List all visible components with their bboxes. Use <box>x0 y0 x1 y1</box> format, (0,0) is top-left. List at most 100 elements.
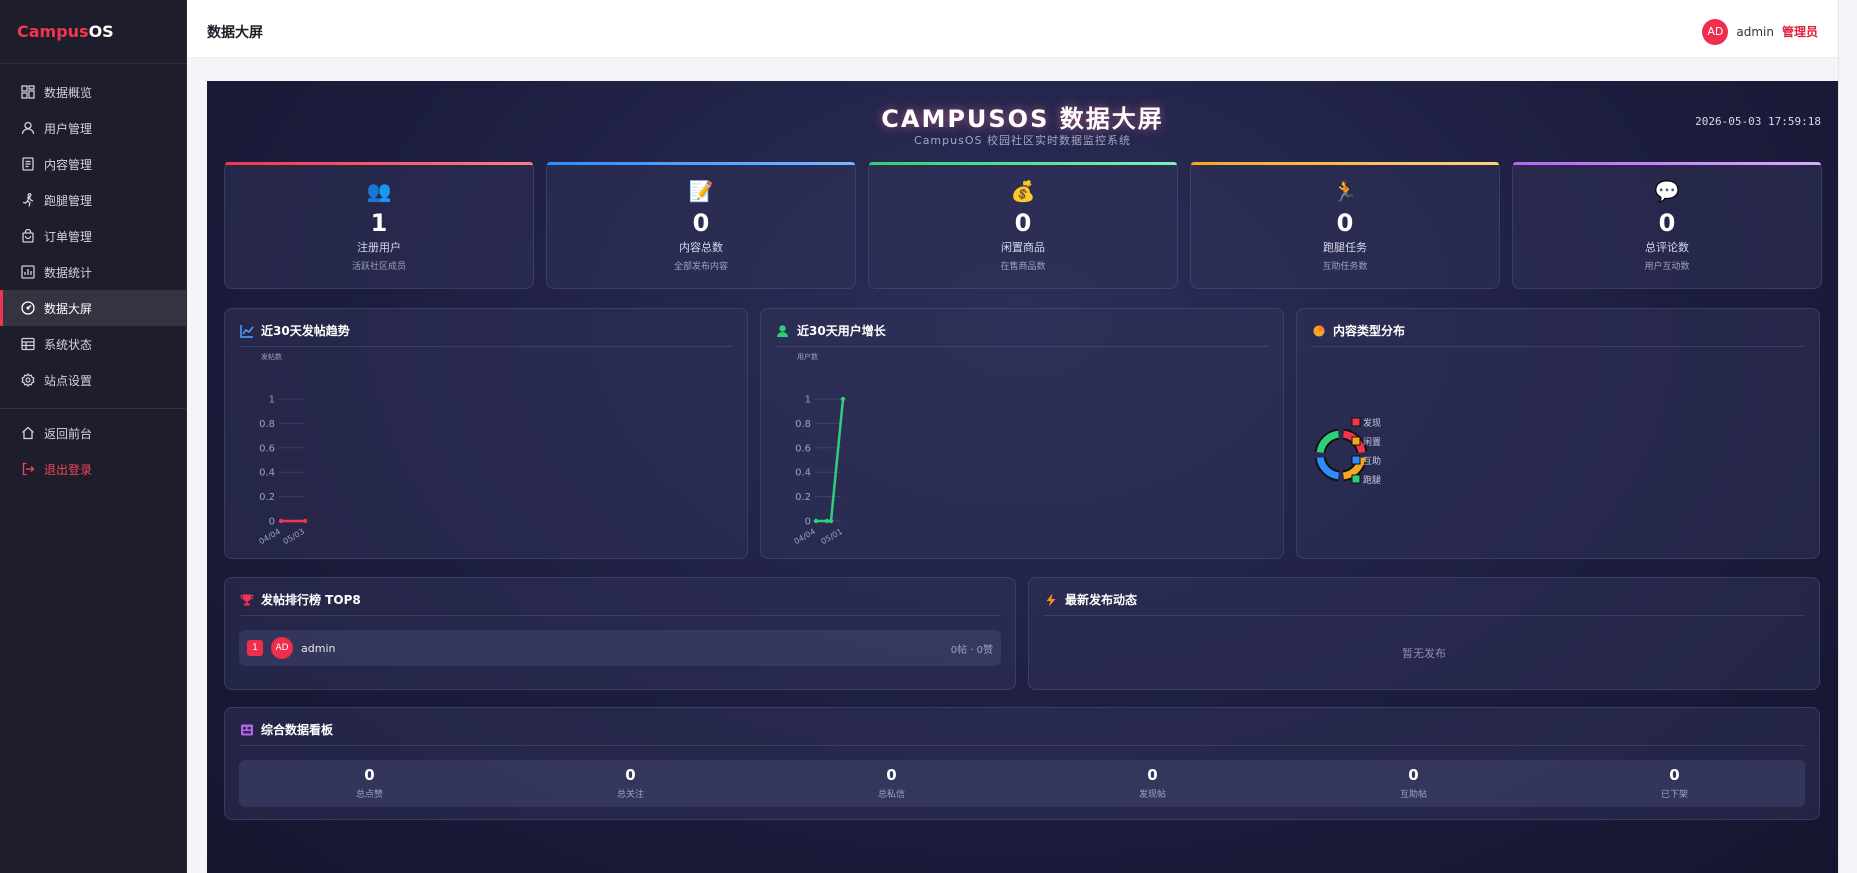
stat-value: 0 <box>1336 209 1354 237</box>
summary-label: 已下架 <box>1660 790 1688 800</box>
runner-icon: 🏃 <box>1332 179 1358 203</box>
screen-title: CAMPUSOS 数据大屏 <box>881 105 1164 133</box>
sidebar-divider <box>0 408 186 409</box>
stat-value: 0 <box>692 209 710 237</box>
stat-label: 注册用户 <box>357 241 401 254</box>
user-growth-chart: 用户数 0 0.2 0.4 0.6 0.8 1 04/04 05/01 <box>793 352 846 546</box>
panel-user-growth: 近30天用户增长 用户数 0 0.2 0.4 0.6 0.8 1 04/04 05/01 <box>760 308 1284 559</box>
y-tick-label: 0.4 <box>795 468 811 479</box>
sidebar-item-orders[interactable]: 订单管理 <box>0 218 186 254</box>
panel-summary-board: 综合数据看板 0 总点赞 0 总关注 0 总私信 0 发现帖 0 互助帖 0 已下架 <box>224 707 1820 820</box>
legend-swatch <box>1351 436 1361 446</box>
avatar: AD <box>271 637 293 659</box>
gear-icon <box>20 372 36 388</box>
sidebar-item-label: 用户管理 <box>44 121 93 136</box>
sidebar-item-label: 数据统计 <box>44 265 93 280</box>
panel-post-ranking: 发帖排行榜 TOP8 1 AD admin 0帖 · 0赞 <box>224 577 1016 690</box>
legend-swatch <box>1351 417 1361 427</box>
sidebar-item-label: 数据大屏 <box>44 301 93 316</box>
home-icon <box>20 425 36 441</box>
summary-total-messages: 0 总私信 <box>761 760 1022 807</box>
y-tick-label: 0.8 <box>795 419 811 430</box>
legend-swatch <box>1351 455 1361 465</box>
screen-clock: 2026-05-03 17:59:18 <box>1695 115 1821 128</box>
data-point <box>824 518 830 524</box>
summary-total-likes: 0 总点赞 <box>239 760 500 807</box>
data-point <box>278 518 284 524</box>
card-accent-bar <box>547 162 855 165</box>
sidebar-item-label: 返回前台 <box>44 426 93 441</box>
y-tick-label: 0.2 <box>259 492 275 503</box>
sidebar-nav: 数据概览 用户管理 内容管理 跑腿管理 订单管理 数据统计 数据大屏 系统状态 … <box>0 64 186 487</box>
y-tick-label: 1 <box>269 395 275 406</box>
logout-icon <box>20 461 36 477</box>
summary-value: 0 <box>1147 766 1158 784</box>
summary-value: 0 <box>1669 766 1680 784</box>
sidebar-item-overview[interactable]: 数据概览 <box>0 74 186 110</box>
data-point <box>828 518 834 524</box>
data-point <box>813 518 819 524</box>
ranking-row[interactable]: 1 AD admin 0帖 · 0赞 <box>239 630 1001 666</box>
card-accent-bar <box>869 162 1177 165</box>
sidebar-item-users[interactable]: 用户管理 <box>0 110 186 146</box>
stat-card-idle-goods: 💰 0 闲置商品 在售商品数 <box>868 162 1178 289</box>
series-line <box>816 398 845 523</box>
rank-number: 1 <box>247 640 263 656</box>
panel-header: 发帖排行榜 TOP8 <box>239 590 1001 616</box>
data-point <box>302 518 308 524</box>
stat-card-content: 📝 0 内容总数 全部发布内容 <box>546 162 856 289</box>
sidebar-item-site-settings[interactable]: 站点设置 <box>0 362 186 398</box>
bag-icon <box>20 228 36 244</box>
sidebar-item-system-status[interactable]: 系统状态 <box>0 326 186 362</box>
y-tick-label: 0.2 <box>795 492 811 503</box>
x-tick-label: 05/01 <box>820 527 844 546</box>
brand-logo[interactable]: Campus OS <box>0 0 186 64</box>
x-tick-label: 04/04 <box>793 527 817 546</box>
top-header: 数据大屏 AD admin 管理员 <box>187 6 1838 58</box>
summary-label: 总关注 <box>616 790 644 800</box>
avatar[interactable]: AD <box>1702 18 1729 45</box>
panel-title: 最新发布动态 <box>1065 593 1138 607</box>
stat-sublabel: 活跃社区成员 <box>351 262 406 272</box>
stat-label: 跑腿任务 <box>1323 241 1367 254</box>
sidebar-item-label: 数据概览 <box>44 85 93 100</box>
stat-sublabel: 在售商品数 <box>1000 262 1046 272</box>
trophy-icon <box>239 592 255 608</box>
y-tick-label: 0.8 <box>259 419 275 430</box>
summary-discover-posts: 0 发现帖 <box>1022 760 1283 807</box>
stat-sublabel: 用户互动数 <box>1644 262 1690 272</box>
server-icon <box>20 336 36 352</box>
sidebar-item-label: 内容管理 <box>44 157 93 172</box>
summary-value: 0 <box>886 766 897 784</box>
x-tick-label: 05/03 <box>282 527 306 546</box>
summary-bar: 0 总点赞 0 总关注 0 总私信 0 发现帖 0 互助帖 0 已下架 <box>239 760 1805 807</box>
y-tick-label: 0 <box>805 517 811 528</box>
sidebar-item-back-frontend[interactable]: 返回前台 <box>0 415 186 451</box>
legend-label: 闲置 <box>1363 437 1381 448</box>
stat-card-users: 👥 1 注册用户 活跃社区成员 <box>224 162 534 289</box>
summary-value: 0 <box>364 766 375 784</box>
user-icon <box>20 120 36 136</box>
money-bag-icon: 💰 <box>1010 179 1036 203</box>
sidebar-item-statistics[interactable]: 数据统计 <box>0 254 186 290</box>
data-point <box>840 396 846 402</box>
legend-label: 跑腿 <box>1363 474 1381 486</box>
sidebar-item-content[interactable]: 内容管理 <box>0 146 186 182</box>
sidebar-item-bigscreen[interactable]: 数据大屏 <box>0 290 186 326</box>
summary-removed: 0 已下架 <box>1544 760 1805 807</box>
sidebar-item-errands[interactable]: 跑腿管理 <box>0 182 186 218</box>
card-accent-bar <box>1191 162 1499 165</box>
gauge-icon <box>20 300 36 316</box>
summary-value: 0 <box>1408 766 1419 784</box>
username: admin <box>1736 24 1774 39</box>
empty-state-text: 暂无发布 <box>1402 647 1446 660</box>
panel-title: 发帖排行榜 TOP8 <box>261 593 361 607</box>
memo-icon: 📝 <box>688 179 714 203</box>
sidebar-item-label: 系统状态 <box>44 337 93 352</box>
board-icon <box>239 722 255 738</box>
sidebar-item-logout[interactable]: 退出登录 <box>0 451 186 487</box>
user-menu[interactable]: AD admin 管理员 <box>1702 18 1818 45</box>
page-scrollbar[interactable] <box>1838 0 1857 873</box>
stat-label: 闲置商品 <box>1001 241 1045 254</box>
card-accent-bar <box>225 162 533 165</box>
